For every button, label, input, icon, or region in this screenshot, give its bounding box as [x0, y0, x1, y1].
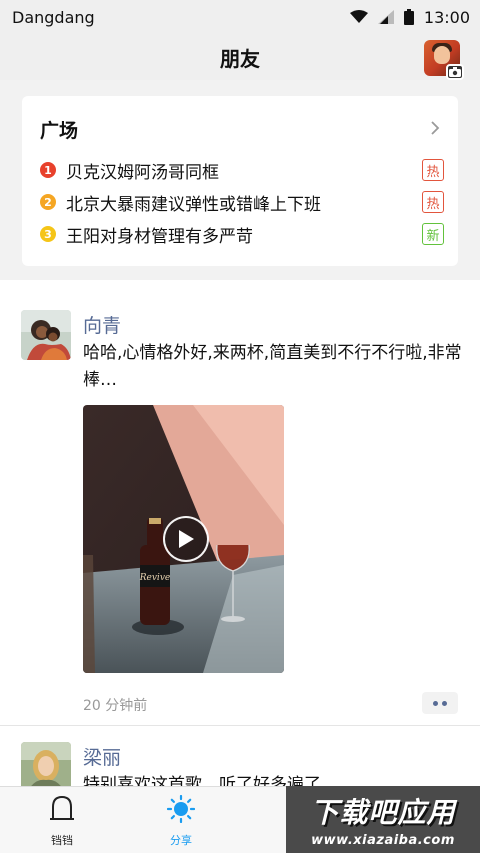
hot-tag: 热 [422, 191, 444, 213]
carrier-label: Dangdang [12, 7, 95, 27]
more-dot [433, 700, 438, 706]
post-text: 哈哈,心情格外好,来两杯,简直美到不行不行啦,非常棒… [83, 343, 462, 390]
watermark-logo: 下载吧应用 www.xiazaiba.com [286, 786, 480, 853]
rank-badge: 1 [40, 162, 56, 178]
tab-label: 分享 [170, 834, 192, 847]
post-text: 特别喜欢这首歌，听了好多遍了 [83, 775, 321, 786]
post-divider [0, 725, 480, 726]
rank-badge: 3 [40, 226, 56, 242]
status-icons: 13:00 [349, 7, 470, 27]
hot-tag: 热 [422, 159, 444, 181]
hot-topic-text: 北京大暴雨建议弹性或错峰上下班 [66, 194, 321, 215]
tab-label: 铛铛 [51, 834, 73, 847]
more-options-button[interactable] [422, 692, 458, 714]
sun-icon [166, 794, 196, 827]
profile-avatar-button[interactable] [424, 40, 464, 80]
hot-topic-item[interactable]: 1 贝克汉姆阿汤哥同框 热 [40, 154, 444, 186]
header: 朋友 [0, 34, 480, 80]
post-author-name[interactable]: 向青 [83, 311, 121, 338]
post-timestamp: 20 分钟前 [83, 698, 148, 714]
rank-badge: 2 [40, 194, 56, 210]
square-title: 广场 [40, 119, 79, 142]
hot-topic-item[interactable]: 2 北京大暴雨建议弹性或错峰上下班 热 [40, 186, 444, 218]
play-icon[interactable] [163, 516, 209, 562]
camera-icon[interactable] [446, 64, 464, 80]
watermark-title: 下载吧应用 [310, 796, 456, 829]
square-card[interactable]: 广场 1 贝克汉姆阿汤哥同框 热 2 北京大暴雨建议弹性或错峰上下班 热 3 王… [22, 96, 458, 266]
status-bar: Dangdang 13:00 [0, 0, 480, 34]
hot-topic-item[interactable]: 3 王阳对身材管理有多严苛 新 [40, 218, 444, 250]
post-author-name[interactable]: 梁丽 [83, 743, 121, 770]
avatar[interactable] [21, 310, 71, 360]
bottle-label: Revive [139, 573, 170, 583]
more-dot [442, 700, 447, 706]
bell-icon [49, 795, 75, 827]
signal-icon [377, 10, 394, 24]
post-video-thumbnail[interactable]: Revive [83, 405, 284, 673]
clock-label: 13:00 [423, 7, 470, 27]
hot-topic-list: 1 贝克汉姆阿汤哥同框 热 2 北京大暴雨建议弹性或错峰上下班 热 3 王阳对身… [40, 154, 444, 250]
feed[interactable]: 向青 哈哈,心情格外好,来两杯,简直美到不行不行啦,非常棒… Revive 20… [0, 280, 480, 786]
tab-share[interactable]: 分享 [141, 794, 221, 847]
hot-topic-text: 王阳对身材管理有多严苛 [66, 226, 253, 247]
chevron-right-icon[interactable] [430, 117, 440, 141]
square-header[interactable]: 广场 [40, 116, 440, 142]
avatar-face [434, 46, 450, 64]
page-title: 朋友 [220, 46, 260, 71]
tab-dangdang[interactable]: 铛铛 [22, 795, 102, 847]
wifi-icon [349, 10, 368, 24]
battery-icon [403, 9, 414, 25]
new-tag: 新 [422, 223, 444, 245]
hot-topic-text: 贝克汉姆阿汤哥同框 [66, 162, 219, 183]
watermark-url: www.xiazaiba.com [311, 833, 455, 848]
avatar[interactable] [21, 742, 71, 786]
